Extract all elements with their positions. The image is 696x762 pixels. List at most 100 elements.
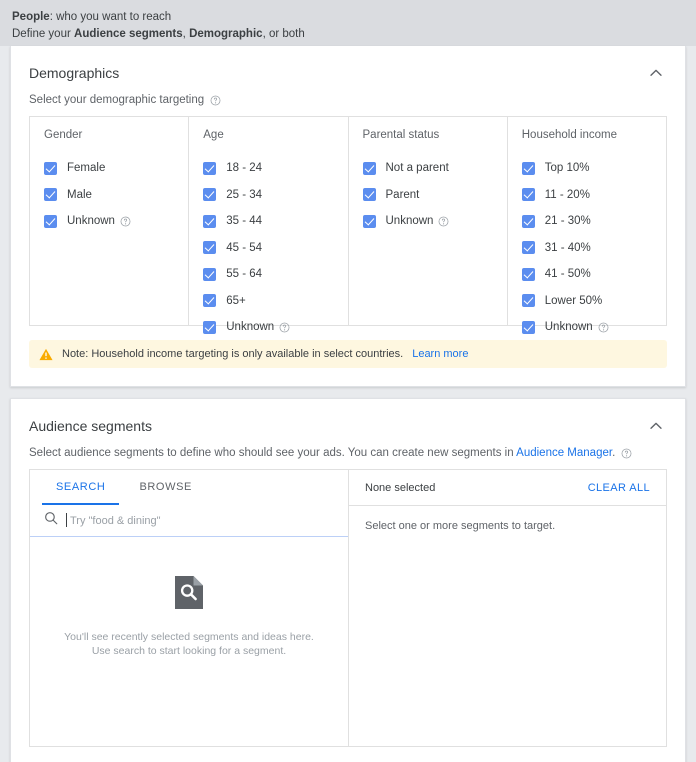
demographics-column: Household incomeTop 10%11 - 20%21 - 30%3… <box>508 117 666 325</box>
option-text: Female <box>67 162 105 174</box>
segment-search-row[interactable]: Try "food & dining" <box>30 505 348 537</box>
demographics-option[interactable]: 25 - 34 <box>203 182 347 209</box>
demographics-option[interactable]: Lower 50% <box>522 288 666 315</box>
clear-all-button[interactable]: CLEAR ALL <box>588 482 650 494</box>
demographics-option-label: Female <box>67 162 105 174</box>
demographics-option-label: Male <box>67 189 92 201</box>
subtitle-bold-demographic: Demographic <box>189 28 263 40</box>
checkbox-checked-icon[interactable] <box>203 294 216 307</box>
demographics-option-label: 18 - 24 <box>226 162 262 174</box>
demographics-option[interactable]: Top 10% <box>522 155 666 182</box>
demographics-option-label: 35 - 44 <box>226 215 262 227</box>
demographics-option[interactable]: 45 - 54 <box>203 235 347 262</box>
option-text: Unknown <box>226 321 274 333</box>
tab-browse[interactable]: BROWSE <box>125 470 206 505</box>
option-text: 65+ <box>226 295 246 307</box>
audience-manager-link[interactable]: Audience Manager <box>516 447 612 459</box>
segment-empty-line1: You'll see recently selected segments an… <box>64 630 314 644</box>
description-pre: Select audience segments to define who s… <box>29 447 516 459</box>
demographics-option-label: 11 - 20% <box>545 189 590 201</box>
demographics-option[interactable]: Unknown <box>363 208 507 235</box>
checkbox-checked-icon[interactable] <box>363 215 376 228</box>
demographics-option-label: 25 - 34 <box>226 189 262 201</box>
segment-search-input[interactable]: Try "food & dining" <box>70 515 161 527</box>
demographics-option[interactable]: Female <box>44 155 188 182</box>
help-icon[interactable] <box>279 322 290 333</box>
option-text: Male <box>67 189 92 201</box>
demographics-option[interactable]: Unknown <box>522 314 666 341</box>
page-subtitle: Define your Audience segments, Demograph… <box>12 27 696 42</box>
demographics-option-label: 21 - 30% <box>545 215 591 227</box>
option-text: Not a parent <box>386 162 449 174</box>
segment-tabs: SEARCHBROWSE <box>30 470 348 505</box>
checkbox-checked-icon[interactable] <box>522 241 535 254</box>
checkbox-checked-icon[interactable] <box>363 162 376 175</box>
search-icon <box>44 511 58 530</box>
section-header: People: who you want to reach Define you… <box>0 0 696 46</box>
document-search-icon <box>175 576 203 614</box>
description-post: . <box>612 447 615 459</box>
checkbox-checked-icon[interactable] <box>522 215 535 228</box>
checkbox-checked-icon[interactable] <box>44 215 57 228</box>
option-text: 55 - 64 <box>226 268 262 280</box>
note-learn-more-link[interactable]: Learn more <box>412 348 468 360</box>
selected-segments-pane: None selected CLEAR ALL Select one or mo… <box>349 470 666 746</box>
demographics-option[interactable]: Parent <box>363 182 507 209</box>
checkbox-checked-icon[interactable] <box>203 215 216 228</box>
checkbox-checked-icon[interactable] <box>203 268 216 281</box>
selected-segments-empty-text: Select one or more segments to target. <box>349 506 666 546</box>
demographics-collapse-chevron-up-icon[interactable] <box>645 62 667 84</box>
help-icon[interactable] <box>120 216 131 227</box>
checkbox-checked-icon[interactable] <box>522 294 535 307</box>
demographics-option[interactable]: Unknown <box>44 208 188 235</box>
checkbox-checked-icon[interactable] <box>363 188 376 201</box>
demographics-option-label: 41 - 50% <box>545 268 591 280</box>
demographics-option-label: 65+ <box>226 295 246 307</box>
demographics-option[interactable]: 11 - 20% <box>522 182 666 209</box>
demographics-option[interactable]: Not a parent <box>363 155 507 182</box>
demographics-option[interactable]: 65+ <box>203 288 347 315</box>
demographics-option[interactable]: 18 - 24 <box>203 155 347 182</box>
option-text: 11 - 20% <box>545 189 590 201</box>
demographics-option-label: Top 10% <box>545 162 590 174</box>
demographics-option[interactable]: 41 - 50% <box>522 261 666 288</box>
demographics-option[interactable]: Male <box>44 182 188 209</box>
checkbox-checked-icon[interactable] <box>203 321 216 334</box>
demographics-option-label: 55 - 64 <box>226 268 262 280</box>
tab-search[interactable]: SEARCH <box>42 470 119 505</box>
checkbox-checked-icon[interactable] <box>203 188 216 201</box>
checkbox-checked-icon[interactable] <box>44 188 57 201</box>
option-text: 41 - 50% <box>545 268 591 280</box>
page-title-rest: : who you want to reach <box>50 11 171 23</box>
segment-empty-line2: Use search to start looking for a segmen… <box>64 644 314 658</box>
checkbox-checked-icon[interactable] <box>522 268 535 281</box>
option-text: 35 - 44 <box>226 215 262 227</box>
demographics-table: GenderFemaleMaleUnknownAge18 - 2425 - 34… <box>29 116 667 326</box>
audience-segments-collapse-chevron-up-icon[interactable] <box>645 415 667 437</box>
help-icon[interactable] <box>438 216 449 227</box>
demographics-option[interactable]: 21 - 30% <box>522 208 666 235</box>
demographics-option[interactable]: 31 - 40% <box>522 235 666 262</box>
demographics-column: Age 18 - 24 25 - 34 35 - 44 45 - 54 55 - 64 65… <box>189 117 348 325</box>
option-text: 21 - 30% <box>545 215 591 227</box>
checkbox-checked-icon[interactable] <box>203 241 216 254</box>
help-icon[interactable] <box>210 95 221 106</box>
demographics-column: Parental statusNot a parentParentUnknown <box>349 117 508 325</box>
checkbox-checked-icon[interactable] <box>522 321 535 334</box>
segment-empty-state: You'll see recently selected segments an… <box>30 537 348 746</box>
help-icon[interactable] <box>621 448 632 459</box>
audience-segments-card: Audience segments Select audience segmen… <box>10 398 686 762</box>
checkbox-checked-icon[interactable] <box>203 162 216 175</box>
demographics-column-header: Age <box>203 129 347 141</box>
checkbox-checked-icon[interactable] <box>522 188 535 201</box>
demographics-option[interactable]: Unknown <box>203 314 347 341</box>
audience-segments-description: Select audience segments to define who s… <box>29 447 615 459</box>
help-icon[interactable] <box>598 322 609 333</box>
demographics-option[interactable]: 35 - 44 <box>203 208 347 235</box>
demographics-option[interactable]: 55 - 64 <box>203 261 347 288</box>
checkbox-checked-icon[interactable] <box>44 162 57 175</box>
option-text: 45 - 54 <box>226 242 262 254</box>
audience-segments-panel: SEARCHBROWSE Try "food & dining" <box>29 469 667 747</box>
checkbox-checked-icon[interactable] <box>522 162 535 175</box>
demographics-option-label: Unknown <box>226 321 290 333</box>
